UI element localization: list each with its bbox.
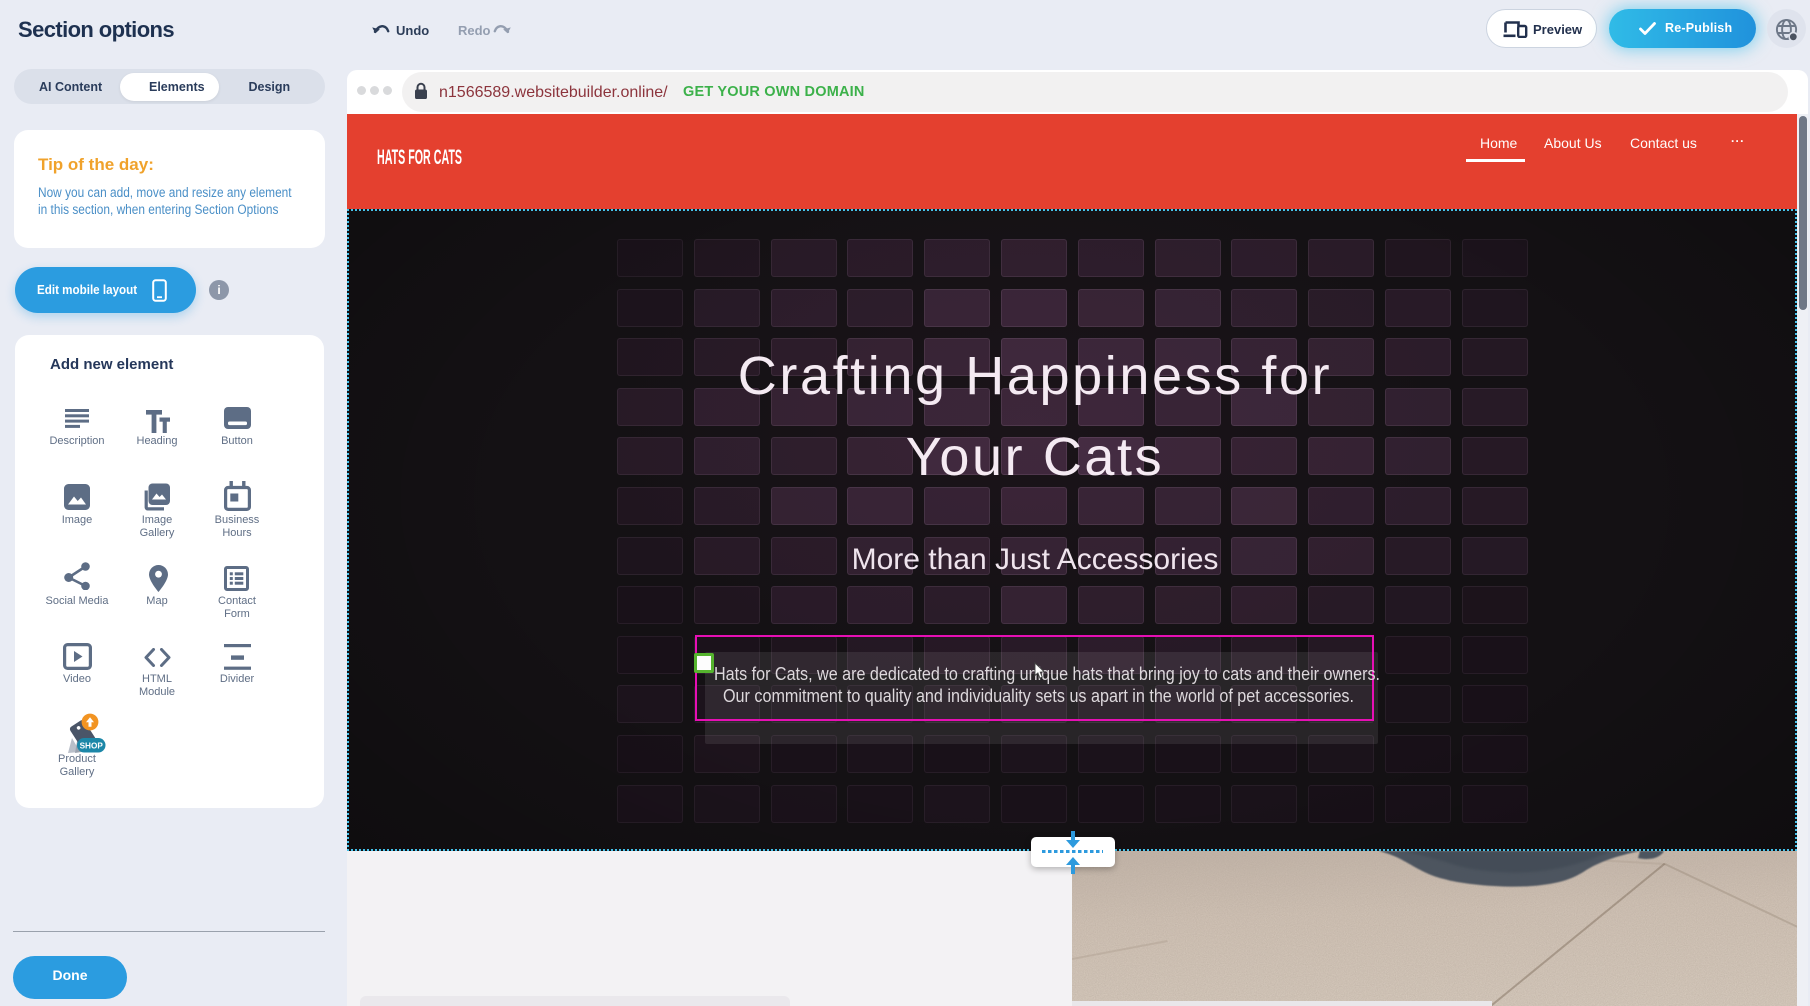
svg-text:SHOP: SHOP [80, 742, 104, 751]
svg-text:HATS FOR CATS: HATS FOR CATS [377, 146, 462, 169]
